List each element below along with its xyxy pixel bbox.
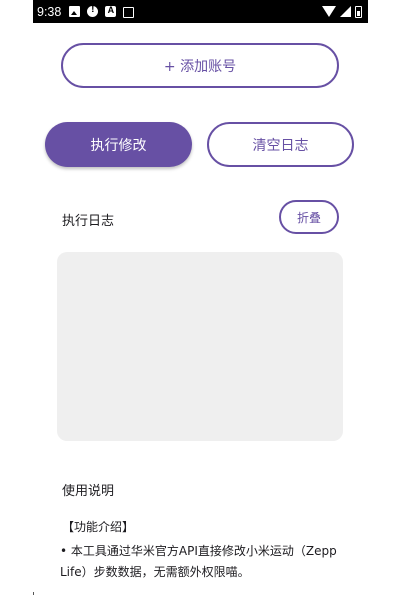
add-account-label: + 添加账号 <box>163 58 237 75</box>
status-time: 9:38 <box>37 4 62 19</box>
signal-icon <box>340 6 351 17</box>
fold-label: 折叠 <box>296 210 321 225</box>
clear-log-button[interactable]: 清空日志 <box>207 122 354 167</box>
a-icon <box>105 5 117 17</box>
alert-icon <box>87 4 99 17</box>
log-output-area[interactable] <box>57 252 343 441</box>
photo-icon <box>69 6 81 17</box>
run-modify-label: 执行修改 <box>90 137 147 154</box>
usage-section-title: 使用说明 <box>62 484 115 499</box>
add-account-button[interactable]: + 添加账号 <box>61 43 339 88</box>
wifi-icon <box>322 6 336 17</box>
scroll-edge-indicator <box>33 592 36 595</box>
fold-button[interactable]: 折叠 <box>279 200 339 234</box>
keyboard-icon <box>123 6 135 18</box>
status-bar: 9:38 <box>33 0 368 23</box>
run-modify-button[interactable]: 执行修改 <box>45 122 192 167</box>
clear-log-label: 清空日志 <box>252 137 309 154</box>
battery-icon <box>355 5 362 18</box>
log-section-title: 执行日志 <box>62 214 115 229</box>
feature-intro-title: 【功能介绍】 <box>62 520 135 534</box>
feature-intro-text: • 本工具通过华米官方API直接修改小米运动（Zepp Life）步数数据，无需… <box>60 544 337 579</box>
